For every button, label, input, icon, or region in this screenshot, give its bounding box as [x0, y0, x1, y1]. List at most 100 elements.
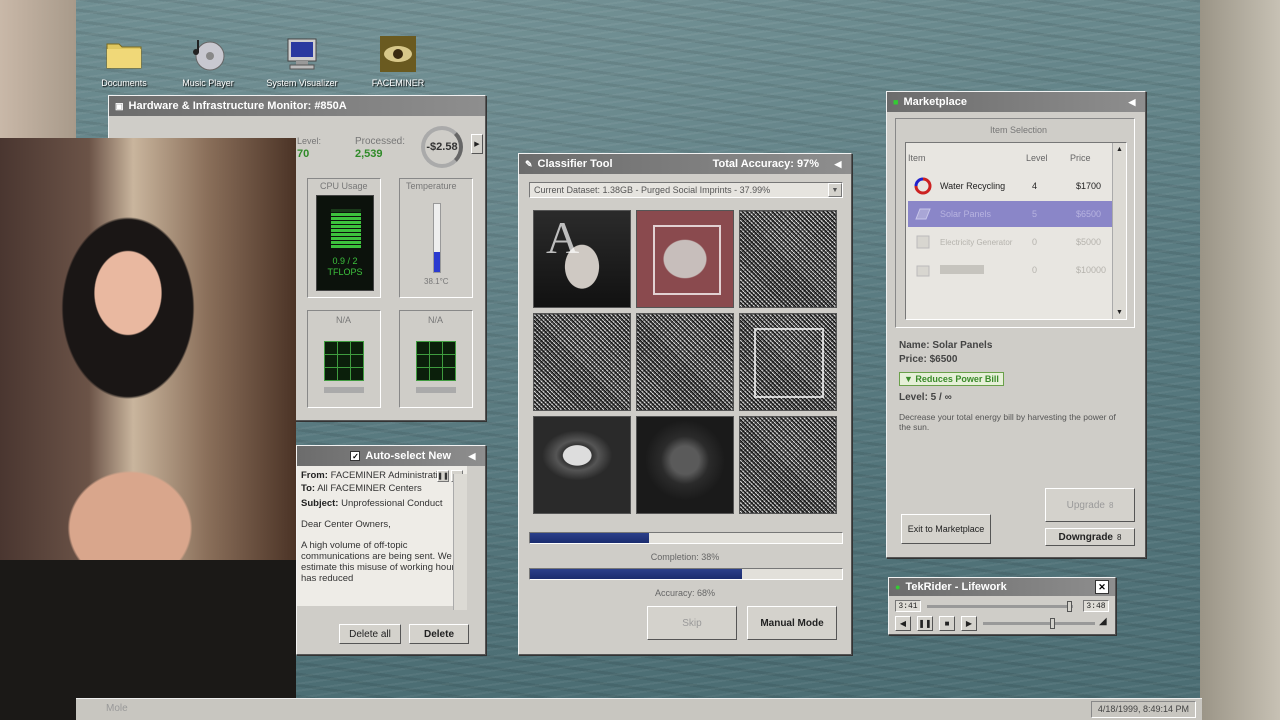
window-title: Classifier Tool — [537, 158, 613, 170]
desktop-icon-documents[interactable]: Documents — [84, 36, 164, 88]
item-row-water-recycling[interactable]: Water Recycling 4 $1700 — [908, 173, 1116, 199]
processed-label: Processed: — [355, 136, 406, 147]
downgrade-button[interactable]: Downgrade 8 — [1045, 528, 1135, 546]
cpu-bar-segment — [331, 209, 361, 212]
marketplace-titlebar[interactable]: ■ Marketplace ◀ — [887, 92, 1145, 112]
image-tile[interactable] — [533, 313, 631, 411]
image-tile[interactable]: A — [533, 210, 631, 308]
slot-a-label: N/A — [336, 315, 352, 325]
pause-icon[interactable]: ❚❚ — [917, 616, 933, 631]
manual-mode-button[interactable]: Manual Mode — [747, 606, 837, 640]
music-cd-icon — [190, 36, 226, 72]
stop-icon[interactable]: ■ — [939, 616, 955, 631]
close-icon[interactable]: ✕ — [1095, 580, 1109, 594]
auto-select-checkbox[interactable]: ✓ — [350, 451, 361, 461]
scroll-right-button[interactable]: ▶ — [471, 134, 483, 154]
scroll-up-icon[interactable]: ▲ — [1113, 143, 1126, 156]
mail-titlebar[interactable]: ✓ Auto-select New ◀ — [297, 446, 485, 466]
col-item: Item — [908, 153, 926, 163]
hardware-monitor-titlebar[interactable]: ▣ Hardware & Infrastructure Monitor: #85… — [109, 96, 485, 116]
eye-icon — [380, 36, 416, 72]
chevron-down-icon[interactable]: ▼ — [828, 183, 842, 197]
cpu-bar-segment — [331, 237, 361, 240]
item-row-locked[interactable]: 0 $10000 — [908, 257, 1116, 283]
upgrade-button[interactable]: Upgrade 8 — [1045, 488, 1135, 522]
item-row-solar-panels[interactable]: Solar Panels 5 $6500 — [908, 201, 1116, 227]
play-icon[interactable]: ▶ — [961, 616, 977, 631]
desktop-icon-system-visualizer[interactable]: System Visualizer — [262, 36, 342, 88]
pause-icon[interactable]: ❚❚ — [437, 470, 449, 482]
auto-select-label: Auto-select New — [365, 450, 451, 462]
accuracy-progress-bar — [529, 568, 843, 580]
balance-gauge: -$2.58 — [421, 126, 463, 168]
temperature-label: Temperature — [406, 181, 457, 191]
upgrade-label: Upgrade — [1066, 499, 1105, 511]
volume-track[interactable] — [983, 618, 1095, 629]
item-price: $1700 — [1076, 181, 1102, 191]
completion-label: Completion: 38% — [650, 552, 720, 562]
scroll-down-icon[interactable]: ▼ — [1113, 306, 1126, 319]
desktop-icon-music-player[interactable]: Music Player — [168, 36, 248, 88]
cpu-meter: 0.9 / 2 TFLOPS — [316, 195, 374, 291]
from-label: From: — [301, 470, 328, 481]
skip-button[interactable]: Skip — [647, 606, 737, 640]
accuracy-label: Accuracy: 68% — [654, 588, 716, 598]
image-tile[interactable] — [636, 210, 734, 308]
item-level: 0 — [1032, 265, 1038, 275]
taskbar-ghost-item[interactable]: Mole — [106, 703, 128, 714]
classifier-titlebar[interactable]: ✎ Classifier Tool Total Accuracy: 97% ◀ — [519, 154, 851, 174]
cpu-panel: CPU Usage 0.9 / 2 TFLOPS — [307, 178, 381, 298]
image-tile[interactable] — [739, 313, 837, 411]
image-tile[interactable] — [636, 416, 734, 514]
slot-b-grid — [416, 341, 456, 381]
volume-handle[interactable] — [1050, 618, 1056, 629]
delete-all-button[interactable]: Delete all — [339, 624, 401, 644]
cpu-bar-segment — [331, 241, 361, 244]
temperature-value: 38.1°C — [424, 277, 449, 286]
folder-icon — [106, 36, 142, 72]
delete-button[interactable]: Delete — [409, 624, 469, 644]
thermometer-fill — [434, 251, 440, 272]
track-title: TekRider - Lifework — [905, 581, 1007, 593]
room-wall-right — [1200, 0, 1280, 720]
taskbar-clock: 4/18/1999, 8:49:14 PM — [1090, 701, 1196, 718]
item-name-redacted — [940, 264, 1032, 276]
image-tile[interactable] — [533, 416, 631, 514]
previous-icon[interactable]: ◀ — [895, 616, 911, 631]
icon-label: System Visualizer — [266, 78, 338, 88]
item-list-scrollbar[interactable]: ▲ ▼ — [1112, 143, 1126, 319]
marketplace-window: ■ Marketplace ◀ Item Selection Item Leve… — [886, 91, 1146, 558]
level-label: Level: — [297, 136, 322, 146]
image-tile[interactable] — [739, 416, 837, 514]
image-tile[interactable] — [739, 210, 837, 308]
seek-handle[interactable] — [1067, 601, 1073, 612]
subject-value: Unprofessional Conduct — [341, 498, 443, 509]
music-player-titlebar[interactable]: ● TekRider - Lifework ✕ — [889, 578, 1115, 596]
classifier-window: ✎ Classifier Tool Total Accuracy: 97% ◀ … — [518, 153, 852, 655]
item-name: Water Recycling — [940, 181, 1006, 191]
dataset-select[interactable]: Current Dataset: 1.38GB - Purged Social … — [529, 182, 843, 198]
downgrade-cost-icon: 8 — [1117, 532, 1122, 542]
image-tile[interactable] — [636, 313, 734, 411]
exit-marketplace-button[interactable]: Exit to Marketplace — [901, 514, 991, 544]
time-elapsed: 3:41 — [895, 600, 921, 612]
speaker-icon[interactable]: ◀ — [831, 157, 845, 171]
monitor-icon: ▣ — [115, 100, 124, 111]
cpu-bar-segment — [331, 225, 361, 228]
window-title: Marketplace — [903, 96, 968, 108]
mail-scrollbar[interactable] — [453, 474, 467, 610]
batch-progress-bar — [529, 532, 843, 544]
item-row-electricity-generator[interactable]: Electricity Generator 0 $5000 — [908, 229, 1116, 255]
music-player-icon: ● — [895, 582, 901, 592]
speaker-icon[interactable]: ◀ — [465, 449, 479, 463]
speaker-icon[interactable]: ◀ — [1125, 95, 1139, 109]
desktop-icon-faceminer[interactable]: FACEMINER — [358, 36, 438, 88]
cpu-level-bars — [331, 208, 361, 248]
total-accuracy: Total Accuracy: 97% — [712, 158, 819, 170]
temperature-panel: Temperature 38.1°C — [399, 178, 473, 298]
volume-icon[interactable]: ◢ — [1099, 616, 1107, 627]
item-name: Electricity Generator — [940, 237, 1013, 247]
seek-track[interactable] — [927, 601, 1073, 612]
slot-b-bar — [416, 387, 456, 393]
taskbar: Mole 4/18/1999, 8:49:14 PM — [76, 698, 1202, 720]
